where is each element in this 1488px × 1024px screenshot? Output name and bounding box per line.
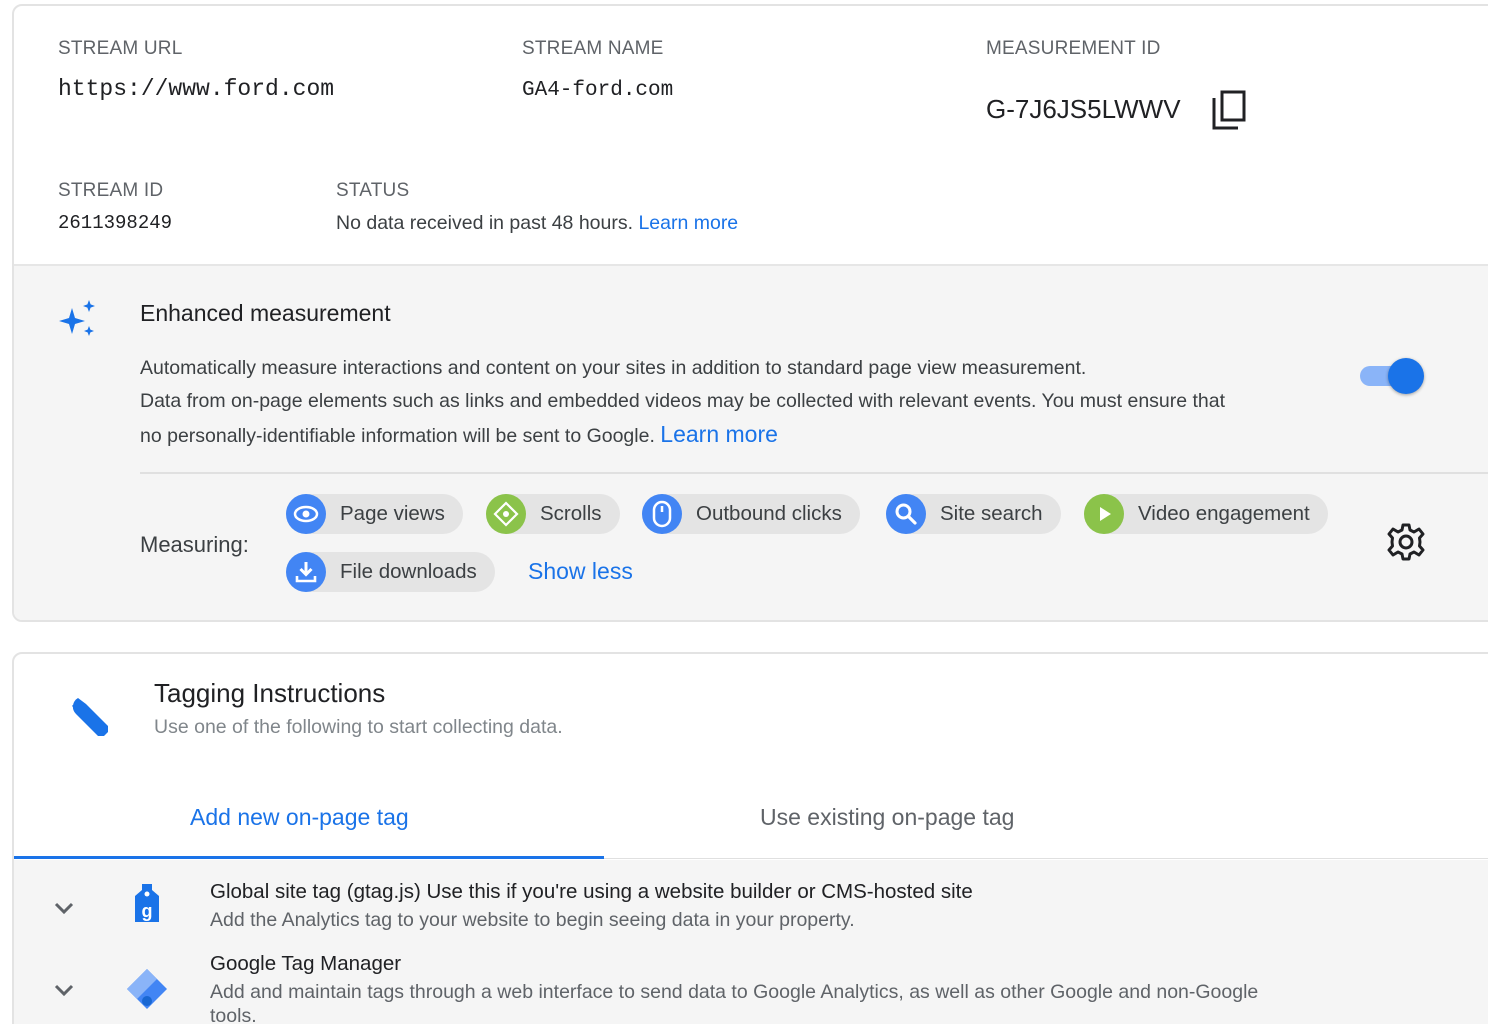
status-learn-more-link[interactable]: Learn more — [638, 212, 738, 234]
tab-add-new-on-page-tag[interactable]: Add new on-page tag — [190, 804, 409, 831]
copy-icon[interactable] — [1210, 88, 1250, 137]
chip-scrolls[interactable]: Scrolls — [486, 494, 620, 534]
svg-text:g: g — [142, 901, 153, 921]
settings-gear-icon[interactable] — [1386, 522, 1426, 567]
stream-url-value: https://www.ford.com — [58, 76, 335, 102]
chip-label: Page views — [340, 502, 445, 525]
chevron-down-icon[interactable] — [52, 982, 76, 1003]
gtag-title[interactable]: Global site tag (gtag.js) Use this if yo… — [210, 880, 973, 904]
chip-page-views[interactable]: Page views — [286, 494, 463, 534]
stream-id-value: 2611398249 — [58, 212, 173, 234]
chevron-down-icon[interactable] — [52, 900, 76, 921]
chip-outbound-clicks[interactable]: Outbound clicks — [642, 494, 860, 534]
enhanced-description: Automatically measure interactions and c… — [140, 352, 1350, 453]
status-text: No data received in past 48 hours. Learn… — [336, 212, 738, 235]
play-icon — [1084, 494, 1124, 534]
tagging-subtitle: Use one of the following to start collec… — [154, 716, 563, 738]
gtm-subtitle-line2: tools. — [210, 1005, 257, 1024]
search-icon — [886, 494, 926, 534]
eye-icon — [286, 494, 326, 534]
gtm-title[interactable]: Google Tag Manager — [210, 952, 401, 976]
tagging-instructions-card: Tagging Instructions Use one of the foll… — [12, 652, 1488, 1024]
chip-label: Video engagement — [1138, 502, 1310, 525]
enhanced-desc-line3-text: no personally-identifiable information w… — [140, 425, 655, 447]
sparkle-icon — [58, 300, 98, 343]
stream-details-card: STREAM URL https://www.ford.com STREAM N… — [12, 4, 1488, 622]
measuring-label: Measuring: — [140, 532, 249, 557]
download-icon — [286, 552, 326, 592]
chip-label: Scrolls — [540, 502, 602, 525]
enhanced-desc-line2: Data from on-page elements such as links… — [140, 390, 1226, 412]
gtm-subtitle-line1: Add and maintain tags through a web inte… — [210, 981, 1259, 1003]
enhanced-desc-line1: Automatically measure interactions and c… — [140, 357, 1087, 379]
google-tag-manager-icon — [124, 966, 170, 1017]
toggle-knob — [1388, 358, 1424, 394]
measurement-id-value: G-7J6JS5LWWV — [986, 94, 1181, 124]
status-label: STATUS — [336, 180, 410, 201]
chip-label: Outbound clicks — [696, 502, 842, 525]
gtm-subtitle: Add and maintain tags through a web inte… — [210, 980, 1410, 1024]
stream-name-value: GA4-ford.com — [522, 79, 674, 102]
stream-id-label: STREAM ID — [58, 180, 164, 201]
scroll-arrows-icon — [486, 494, 526, 534]
chip-site-search[interactable]: Site search — [886, 494, 1061, 534]
tagging-title: Tagging Instructions — [154, 678, 386, 708]
stream-name-label: STREAM NAME — [522, 38, 664, 59]
enhanced-desc-line3: no personally-identifiable information w… — [140, 418, 1350, 453]
enhanced-learn-more-link[interactable]: Learn more — [660, 421, 778, 447]
gtag-subtitle: Add the Analytics tag to your website to… — [210, 909, 855, 931]
stream-url-label: STREAM URL — [58, 38, 183, 59]
tab-use-existing-on-page-tag[interactable]: Use existing on-page tag — [760, 804, 1014, 831]
chip-file-downloads[interactable]: File downloads — [286, 552, 495, 592]
enhanced-divider — [140, 472, 1488, 474]
tag-options-list: g Global site tag (gtag.js) Use this if … — [14, 860, 1488, 1024]
show-less-link[interactable]: Show less — [528, 558, 633, 585]
active-tab-indicator — [14, 856, 604, 859]
measurement-id-label: MEASUREMENT ID — [986, 38, 1161, 59]
wrench-icon — [68, 694, 114, 745]
enhanced-title: Enhanced measurement — [140, 300, 391, 326]
chip-video-engagement[interactable]: Video engagement — [1084, 494, 1328, 534]
status-message: No data received in past 48 hours. — [336, 212, 634, 234]
enhanced-measurement-panel: Enhanced measurement Automatically measu… — [14, 264, 1488, 620]
enhanced-measurement-toggle[interactable] — [1360, 358, 1426, 394]
mouse-icon — [642, 494, 682, 534]
chip-label: File downloads — [340, 560, 477, 583]
chip-label: Site search — [940, 502, 1043, 525]
gtag-icon: g — [132, 882, 162, 931]
